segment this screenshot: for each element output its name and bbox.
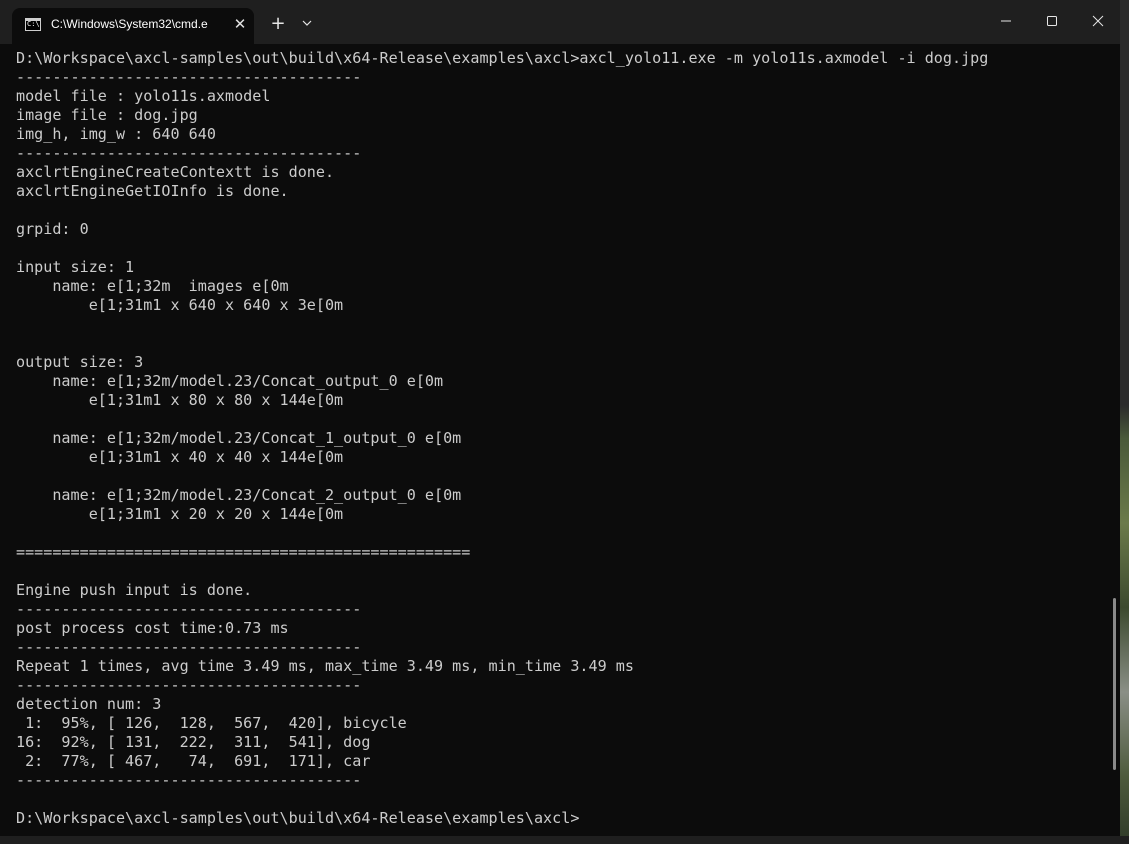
desktop-background-bottom xyxy=(0,836,1129,844)
terminal-line: e[1;31m1 x 20 x 20 x 144e[0m xyxy=(16,505,344,523)
maximize-icon xyxy=(1047,16,1057,26)
chevron-down-icon xyxy=(302,20,312,26)
terminal-line: output size: 3 xyxy=(16,353,144,371)
maximize-button[interactable] xyxy=(1029,0,1075,42)
terminal-line: -------------------------------------- xyxy=(16,68,362,86)
new-tab-button[interactable]: + xyxy=(267,12,289,36)
tab-dropdown-button[interactable] xyxy=(296,12,318,36)
tab-cmd[interactable]: C:\ C:\Windows\System32\cmd.e ✕ xyxy=(12,8,254,44)
minimize-icon xyxy=(1001,20,1011,22)
terminal-line: D:\Workspace\axcl-samples\out\build\x64-… xyxy=(16,809,580,827)
close-tab-icon[interactable]: ✕ xyxy=(230,14,250,34)
vertical-scrollbar[interactable] xyxy=(1110,44,1119,836)
tab-title: C:\Windows\System32\cmd.e xyxy=(51,17,208,31)
terminal-line: input size: 1 xyxy=(16,258,135,276)
terminal-line: model file : yolo11s.axmodel xyxy=(16,87,271,105)
terminal-line: e[1;31m1 x 640 x 640 x 3e[0m xyxy=(16,296,344,314)
terminal-line: axclrtEngineGetIOInfo is done. xyxy=(16,182,289,200)
terminal-line: img_h, img_w : 640 640 xyxy=(16,125,216,143)
terminal-line: 16: 92%, [ 131, 222, 311, 541], dog xyxy=(16,733,371,751)
terminal-line: detection num: 3 xyxy=(16,695,162,713)
terminal-line: -------------------------------------- xyxy=(16,771,362,789)
terminal-window: C:\ C:\Windows\System32\cmd.e ✕ + D:\Wor… xyxy=(0,0,1121,836)
terminal-line: name: e[1;32m/model.23/Concat_output_0 e… xyxy=(16,372,444,390)
terminal-line: name: e[1;32m/model.23/Concat_1_output_0… xyxy=(16,429,462,447)
terminal-line: e[1;31m1 x 40 x 40 x 144e[0m xyxy=(16,448,344,466)
terminal-line: -------------------------------------- xyxy=(16,676,362,694)
scrollbar-thumb[interactable] xyxy=(1113,598,1116,770)
terminal-line: 1: 95%, [ 126, 128, 567, 420], bicycle xyxy=(16,714,407,732)
terminal-output[interactable]: D:\Workspace\axcl-samples\out\build\x64-… xyxy=(0,44,1110,836)
terminal-line: image file : dog.jpg xyxy=(16,106,198,124)
terminal-line: e[1;31m1 x 80 x 80 x 144e[0m xyxy=(16,391,344,409)
terminal-line: name: e[1;32m/model.23/Concat_2_output_0… xyxy=(16,486,462,504)
terminal-line: -------------------------------------- xyxy=(16,638,362,656)
terminal-line: Engine push input is done. xyxy=(16,581,253,599)
terminal-line: Repeat 1 times, avg time 3.49 ms, max_ti… xyxy=(16,657,634,675)
terminal-line: D:\Workspace\axcl-samples\out\build\x64-… xyxy=(16,49,989,67)
cmd-icon: C:\ xyxy=(25,18,41,31)
terminal-line: post process cost time:0.73 ms xyxy=(16,619,289,637)
terminal-line: name: e[1;32m images e[0m xyxy=(16,277,289,295)
terminal-line: 2: 77%, [ 467, 74, 691, 171], car xyxy=(16,752,371,770)
terminal-line: -------------------------------------- xyxy=(16,600,362,618)
terminal-line: axclrtEngineCreateContextt is done. xyxy=(16,163,335,181)
close-icon xyxy=(1092,15,1104,27)
title-bar[interactable]: C:\ C:\Windows\System32\cmd.e ✕ + xyxy=(0,0,1120,44)
terminal-line: ========================================… xyxy=(16,543,471,561)
minimize-button[interactable] xyxy=(983,0,1029,42)
terminal-line: -------------------------------------- xyxy=(16,144,362,162)
close-window-button[interactable] xyxy=(1075,0,1120,42)
desktop-background xyxy=(1120,0,1129,844)
terminal-line: grpid: 0 xyxy=(16,220,89,238)
